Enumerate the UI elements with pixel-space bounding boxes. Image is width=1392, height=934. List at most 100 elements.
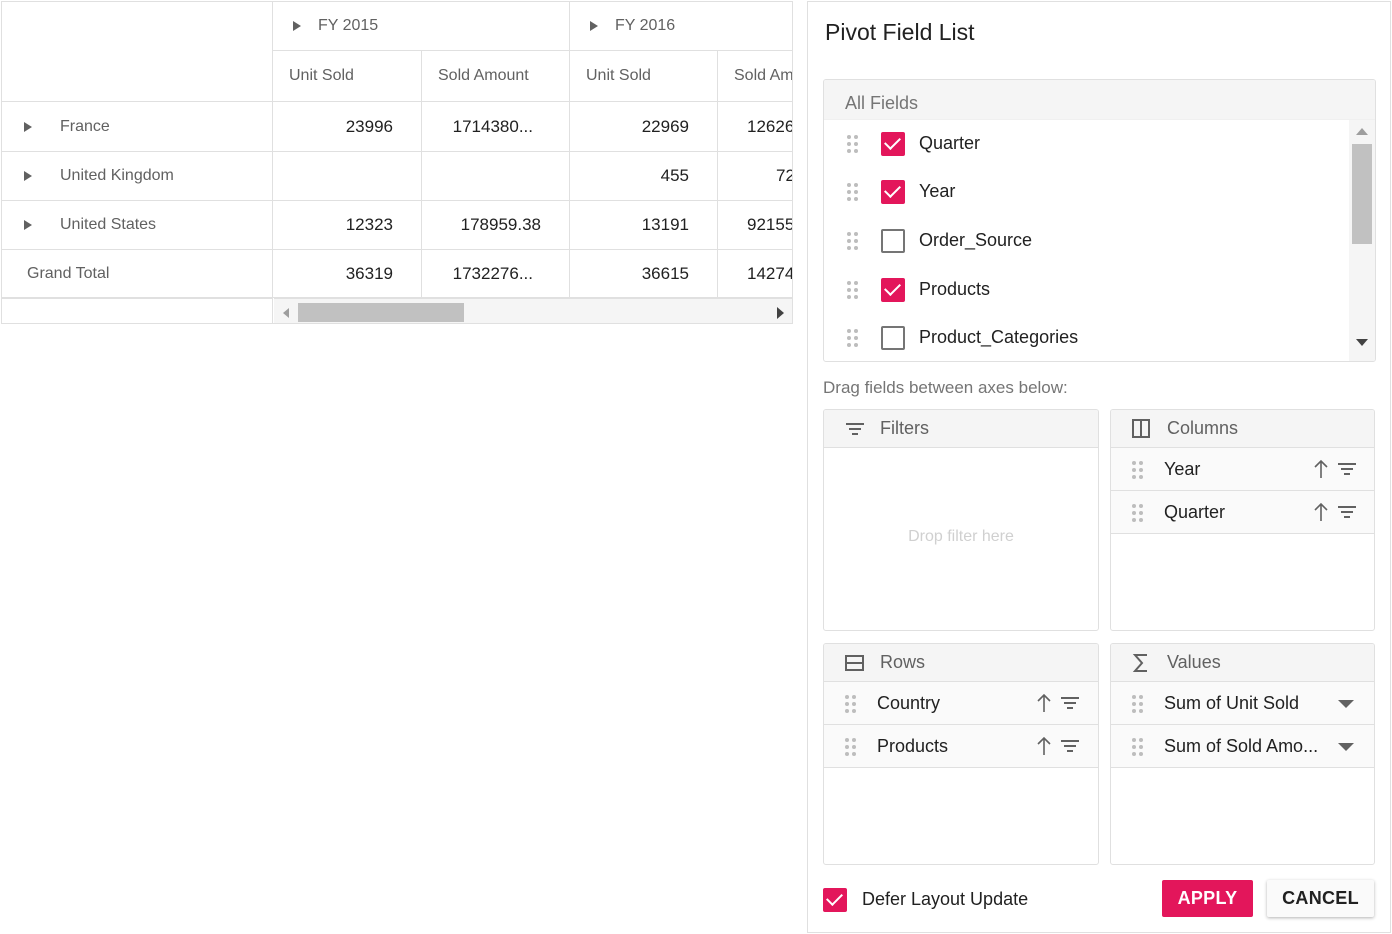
axis-pill-quarter[interactable]: Quarter <box>1111 491 1374 534</box>
pill-label: Country <box>877 693 941 713</box>
field-item-products[interactable]: Products <box>824 266 1344 314</box>
horizontal-scrollbar[interactable] <box>274 298 792 323</box>
apply-button[interactable]: APPLY <box>1162 880 1253 917</box>
filter-icon[interactable] <box>1060 738 1080 754</box>
pill-label: Sum of Sold Amo... <box>1164 736 1319 756</box>
sort-ascending-icon[interactable] <box>1036 736 1052 756</box>
drag-handle-icon[interactable] <box>847 329 859 347</box>
drag-handle-icon[interactable] <box>1132 461 1144 479</box>
field-label: Order_Source <box>919 230 1033 250</box>
axis-pill-products[interactable]: Products <box>824 725 1098 768</box>
expand-icon[interactable] <box>293 21 301 31</box>
cancel-button[interactable]: CANCEL <box>1267 880 1374 917</box>
value-cell: 22969 <box>570 102 718 152</box>
field-label: Products <box>919 279 991 299</box>
scrollbar-thumb[interactable] <box>298 303 464 322</box>
all-fields-header: All Fields <box>824 80 1375 120</box>
filters-axis[interactable]: Filters Drop filter here <box>823 409 1099 631</box>
value-cell: 72 <box>718 152 792 201</box>
row-header-united-states[interactable]: United States <box>2 201 273 250</box>
value-cell: 178959.38 <box>422 201 570 250</box>
filter-icon[interactable] <box>1337 461 1357 477</box>
filter-icon[interactable] <box>1060 695 1080 711</box>
axis-label: Columns <box>1167 418 1239 438</box>
field-item-year[interactable]: Year <box>824 168 1344 216</box>
axis-label: Filters <box>880 418 929 438</box>
drag-handle-icon[interactable] <box>847 281 859 299</box>
field-checkbox[interactable] <box>881 229 905 253</box>
pivot-field-list-dialog: Pivot Field List All Fields Quarter Year… <box>807 1 1391 933</box>
chevron-down-icon[interactable] <box>1338 743 1354 751</box>
column-group-header[interactable]: FY 2015 <box>273 2 570 51</box>
row-header-grand-total: Grand Total <box>2 250 273 298</box>
pill-label: Quarter <box>1164 502 1226 522</box>
drag-handle-icon[interactable] <box>1132 695 1144 713</box>
sort-ascending-icon[interactable] <box>1313 502 1329 522</box>
pill-label: Sum of Unit Sold <box>1164 693 1300 713</box>
measure-header[interactable]: Unit Sold <box>273 51 422 102</box>
field-checkbox[interactable] <box>881 326 905 350</box>
expand-icon[interactable] <box>24 171 32 181</box>
drag-handle-icon[interactable] <box>845 695 857 713</box>
value-cell: 23996 <box>273 102 422 152</box>
field-checkbox[interactable] <box>881 180 905 204</box>
column-group-header[interactable]: FY 2016 <box>570 2 792 51</box>
value-cell: 12323 <box>273 201 422 250</box>
rows-axis[interactable]: Rows Country Products <box>823 643 1099 865</box>
row-header-france[interactable]: France <box>2 102 273 152</box>
value-cell: 12626 <box>718 102 792 152</box>
axis-pill-year[interactable]: Year <box>1111 448 1374 491</box>
expand-icon[interactable] <box>24 220 32 230</box>
drag-handle-icon[interactable] <box>1132 738 1144 756</box>
field-item-order-source[interactable]: Order_Source <box>824 217 1344 265</box>
sigma-icon <box>1132 654 1147 672</box>
columns-axis[interactable]: Columns Year Quarter <box>1110 409 1375 631</box>
scroll-left-icon[interactable] <box>283 308 289 318</box>
value-cell: 36615 <box>570 250 718 298</box>
axis-label: Values <box>1167 652 1221 672</box>
field-item-product-categories[interactable]: Product_Categories <box>824 314 1344 361</box>
rows-axis-header: Rows <box>824 644 1098 682</box>
axis-pill-sum-of-sold-amount[interactable]: Sum of Sold Amo... <box>1111 725 1374 768</box>
scroll-down-icon[interactable] <box>1356 339 1368 346</box>
drag-handle-icon[interactable] <box>847 135 859 153</box>
grid-footer-spacer <box>2 298 273 323</box>
columns-icon <box>1132 419 1150 438</box>
axis-pill-country[interactable]: Country <box>824 682 1098 725</box>
values-axis[interactable]: Values Sum of Unit Sold Sum of Sold Amo.… <box>1110 643 1375 865</box>
measure-header[interactable]: Sold Amount <box>422 51 570 102</box>
measure-header[interactable]: Sold Am <box>718 51 792 102</box>
field-checkbox[interactable] <box>881 278 905 302</box>
value-cell: 92155 <box>718 201 792 250</box>
dialog-title: Pivot Field List <box>825 19 975 45</box>
drag-handle-icon[interactable] <box>847 183 859 201</box>
filter-icon[interactable] <box>1337 504 1357 520</box>
all-fields-list: All Fields Quarter Year Order_Source Pro… <box>823 79 1376 362</box>
value-cell: 14274 <box>718 250 792 298</box>
drag-handle-icon[interactable] <box>845 738 857 756</box>
field-checkbox[interactable] <box>881 132 905 156</box>
defer-checkbox[interactable] <box>823 888 847 912</box>
field-label: Product_Categories <box>919 327 1079 347</box>
value-cell <box>422 152 570 201</box>
drag-handle-icon[interactable] <box>847 232 859 250</box>
sort-ascending-icon[interactable] <box>1313 459 1329 479</box>
sort-ascending-icon[interactable] <box>1036 693 1052 713</box>
scroll-right-icon[interactable] <box>777 307 784 319</box>
value-cell <box>273 152 422 201</box>
chevron-down-icon[interactable] <box>1338 700 1354 708</box>
drag-handle-icon[interactable] <box>1132 504 1144 522</box>
values-axis-header: Values <box>1111 644 1374 682</box>
expand-icon[interactable] <box>590 21 598 31</box>
axis-pill-sum-of-unit-sold[interactable]: Sum of Unit Sold <box>1111 682 1374 725</box>
field-item-quarter[interactable]: Quarter <box>824 120 1344 168</box>
measure-header[interactable]: Unit Sold <box>570 51 718 102</box>
filter-icon <box>846 423 864 435</box>
expand-icon[interactable] <box>24 121 32 132</box>
scroll-up-icon[interactable] <box>1356 128 1368 135</box>
row-header-united-kingdom[interactable]: United Kingdom <box>2 152 273 201</box>
field-label: Quarter <box>919 133 981 153</box>
pill-label: Products <box>877 736 949 756</box>
scrollbar-thumb[interactable] <box>1352 144 1372 244</box>
vertical-scrollbar[interactable] <box>1349 120 1375 361</box>
